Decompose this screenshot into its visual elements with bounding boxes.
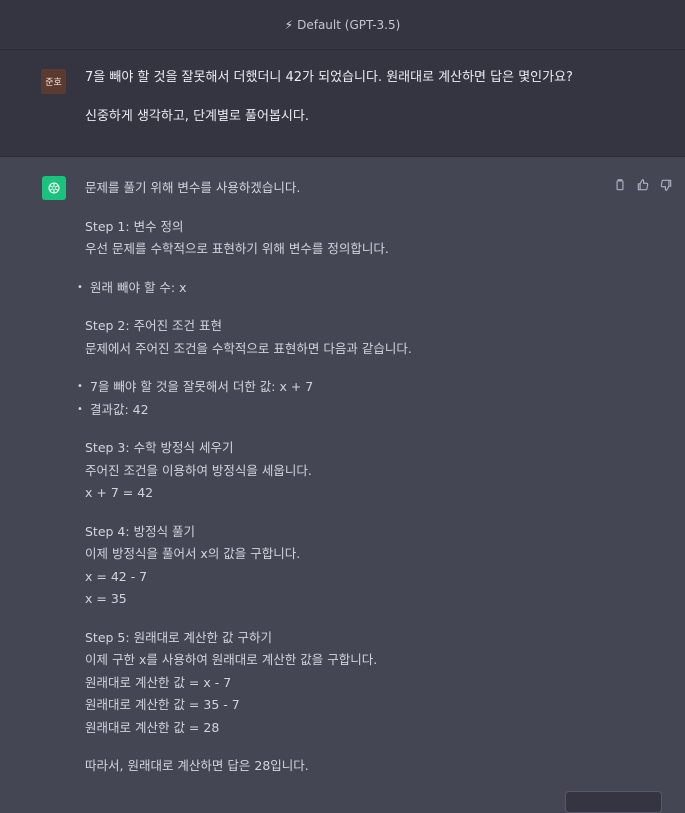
regenerate-button[interactable] (565, 791, 662, 813)
equation: 원래대로 계산한 값 = 35 - 7 (85, 697, 240, 712)
equation: 원래대로 계산한 값 = x - 7 (85, 674, 232, 690)
user-avatar-text: 준호 (45, 78, 62, 88)
user-message-line: 신중하게 생각하고, 단계별로 풀어봅시다. (85, 109, 309, 124)
equation: x = 42 - 7 (85, 568, 148, 584)
thumbs-up-icon[interactable] (636, 177, 650, 191)
equation: x + 7 = 42 (85, 485, 154, 500)
intro-line: 문제를 풀기 위해 변수를 사용하겠습니다. (85, 180, 301, 195)
step-title: Step 4: 방정식 풀기 (85, 523, 196, 539)
copy-icon[interactable] (613, 177, 627, 191)
list-item: 7을 빼야 할 것을 잘못해서 더한 값: x + 7 (77, 376, 605, 399)
conclusion-line: 따라서, 원래대로 계산하면 답은 28입니다. (85, 758, 309, 773)
assistant-message-text: 문제를 풀기 위해 변수를 사용하겠습니다. Step 1: 변수 정의 우선 … (77, 177, 605, 778)
step-description: 주어진 조건을 이용하여 방정식을 세웁니다. (85, 462, 312, 478)
step-description: 문제에서 주어진 조건을 수학적으로 표현하면 다음과 같습니다. (85, 340, 412, 356)
step-title: Step 3: 수학 방정식 세우기 (85, 440, 234, 455)
step-title: Step 1: 변수 정의 (85, 218, 184, 234)
assistant-message: 문제를 풀기 위해 변수를 사용하겠습니다. Step 1: 변수 정의 우선 … (0, 157, 685, 801)
step-title: Step 5: 원래대로 계산한 값 구하기 (85, 629, 272, 645)
model-label[interactable]: Default (GPT-3.5) (297, 18, 400, 32)
message-actions (613, 177, 673, 191)
top-bar: ⚡ Default (GPT-3.5) (0, 0, 685, 50)
equation: x = 35 (85, 591, 127, 606)
openai-logo-icon (42, 176, 66, 200)
step-description: 이제 구한 x를 사용하여 원래대로 계산한 값을 구합니다. (85, 652, 378, 667)
user-message-line: 7을 빼야 할 것을 잘못해서 더했더니 42가 되었습니다. 원래대로 계산하… (85, 70, 573, 85)
step-description: 이제 방정식을 풀어서 x의 값을 구합니다. (85, 546, 301, 561)
user-message: 준호 7을 빼야 할 것을 잘못해서 더했더니 42가 되었습니다. 원래대로 … (0, 50, 685, 157)
step-title: Step 2: 주어진 조건 표현 (85, 318, 223, 333)
list-item: 원래 빼야 할 수: x (77, 277, 605, 300)
equation: 원래대로 계산한 값 = 28 (85, 719, 220, 735)
step-description: 우선 문제를 수학적으로 표현하기 위해 변수를 정의합니다. (85, 241, 389, 256)
user-avatar: 준호 (41, 69, 66, 94)
list-item: 결과값: 42 (77, 399, 605, 422)
user-message-text: 7을 빼야 할 것을 잘못해서 더했더니 42가 되었습니다. 원래대로 계산하… (85, 68, 665, 146)
lightning-icon: ⚡ (284, 17, 294, 32)
thumbs-down-icon[interactable] (659, 177, 673, 191)
